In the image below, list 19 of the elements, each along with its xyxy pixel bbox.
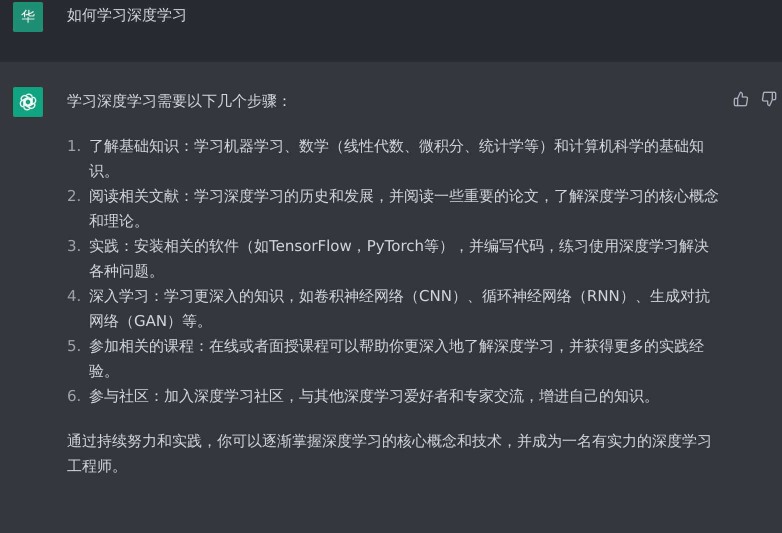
step-text: 阅读相关文献：学习深度学习的历史和发展，并阅读一些重要的论文，了解深度学习的核心概念和理论。 [89, 186, 719, 232]
thumbs-up-icon[interactable] [733, 91, 749, 107]
conclusion-text: 通过持续努力和实践，你可以逐渐掌握深度学习的核心概念和技术，并成为一名有实力的深度学习工程师。 [67, 431, 713, 477]
step-number: 4. [67, 286, 82, 307]
step-number: 2. [67, 186, 82, 207]
user-avatar: 华 [13, 2, 43, 32]
step-text: 了解基础知识：学习机器学习、数学（线性代数、微积分、统计学等）和计算机科学的基础知识。 [89, 136, 705, 182]
user-message: 如何学习深度学习 [67, 5, 187, 26]
intro-text: 学习深度学习需要以下几个步骤： [67, 91, 293, 112]
step-number: 5. [67, 336, 82, 357]
step-text: 参与社区：加入深度学习社区，与其他深度学习爱好者和专家交流，增进自己的知识。 [89, 386, 660, 407]
step-number: 3. [67, 236, 82, 257]
step-number: 1. [67, 136, 82, 157]
assistant-avatar-icon [13, 87, 43, 117]
step-number: 6. [67, 386, 82, 407]
step-text: 实践：安装相关的软件（如TensorFlow，PyTorch等），并编写代码，练习使用深度学习解决各种问题。 [89, 236, 710, 282]
thumbs-down-icon[interactable] [761, 91, 777, 107]
step-text: 参加相关的课程：在线或者面授课程可以帮助你更深入地了解深度学习，并获得更多的实践经验。 [89, 336, 705, 382]
step-text: 深入学习：学习更深入的知识，如卷积神经网络（CNN）、循环神经网络（RNN）、生成对抗网络（GAN）等。 [89, 286, 711, 332]
